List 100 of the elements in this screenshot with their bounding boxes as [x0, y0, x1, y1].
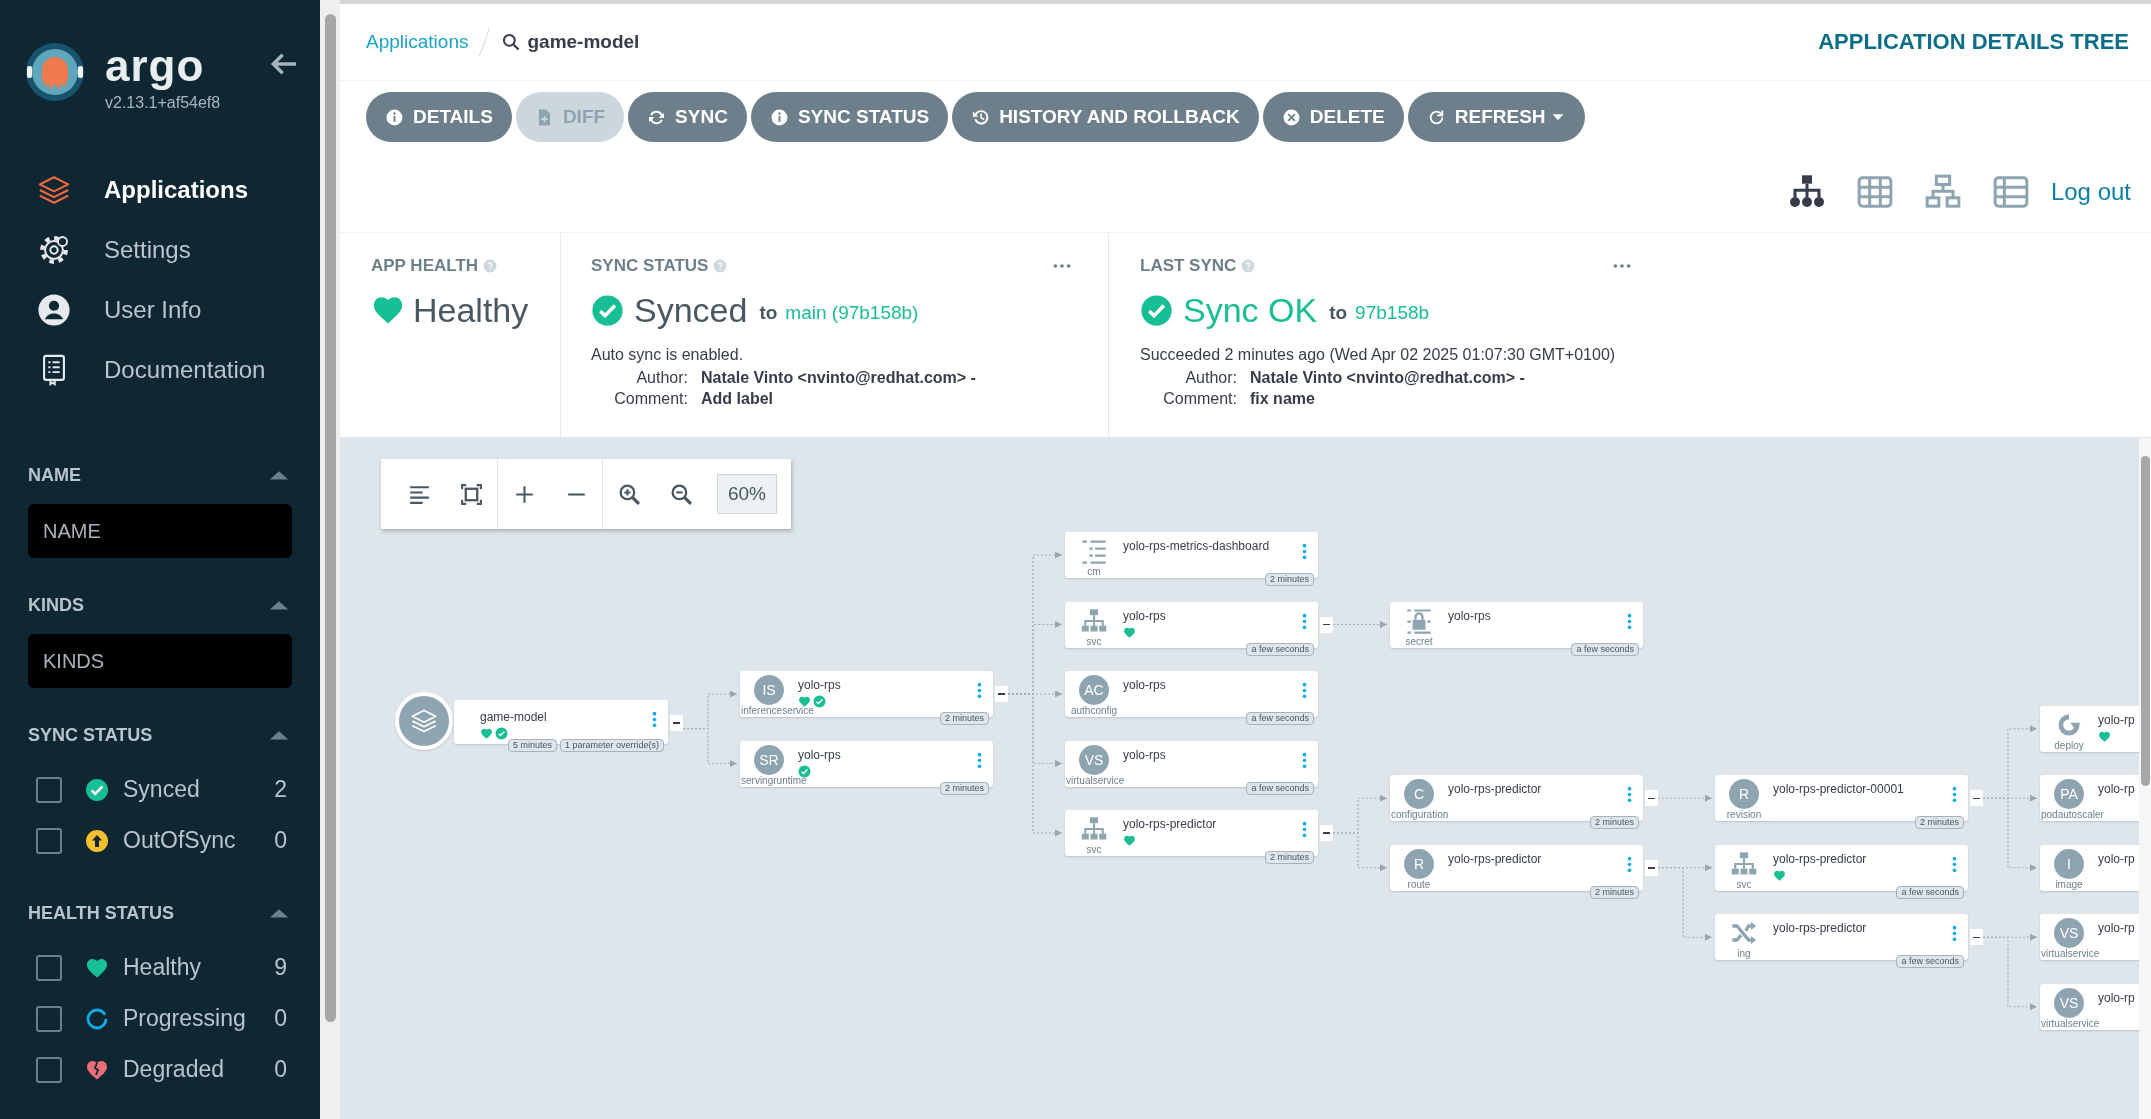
kind-initials: R [1404, 848, 1434, 879]
action-button[interactable]: DETAILS [366, 92, 512, 142]
more-icon[interactable] [1952, 786, 1957, 804]
scrollbar[interactable] [2139, 438, 2151, 1119]
checkbox[interactable] [36, 776, 62, 803]
more-icon[interactable] [1627, 786, 1632, 804]
filter-heading: NAME [28, 464, 81, 486]
resource-kind: deploy [2053, 739, 2085, 751]
kind-initials: I [2054, 848, 2084, 879]
action-button[interactable]: DELETE [1262, 92, 1404, 142]
check-circle-icon [1140, 293, 1173, 327]
resource-node[interactable]: VS yolo-rp virtualservice [2040, 914, 2139, 961]
more-icon[interactable] [1302, 682, 1307, 699]
resource-node[interactable]: VS yolo-rp virtualservice [2040, 983, 2139, 1030]
filter-option-label: OutOfSync [123, 827, 237, 854]
nav-item[interactable]: Documentation [0, 340, 320, 400]
resource-kind: ing [1736, 948, 1752, 960]
action-button[interactable]: HISTORY AND ROLLBACK [952, 92, 1259, 142]
action-button[interactable]: REFRESH [1407, 92, 1585, 142]
kind-initials: VS [1079, 744, 1109, 775]
action-button[interactable]: SYNC STATUS [750, 92, 949, 142]
filter-heading: KINDS [28, 594, 84, 616]
filter-field[interactable]: KINDS [28, 634, 292, 688]
collapse-button[interactable] [1970, 929, 1983, 946]
more-icon[interactable] [1952, 855, 1957, 873]
fit-screen-icon[interactable] [458, 481, 484, 507]
more-icon[interactable] [1302, 543, 1307, 560]
more-icon[interactable] [652, 710, 657, 728]
collapse-button[interactable] [995, 686, 1008, 702]
collapse-button[interactable] [1320, 616, 1333, 633]
more-icon[interactable] [977, 751, 982, 769]
more-icon[interactable] [1302, 821, 1307, 838]
checkbox[interactable] [36, 1056, 62, 1083]
resource-node[interactable]: I yolo-rp image [2040, 844, 2139, 891]
more-icon[interactable] [1627, 855, 1632, 873]
to-label: to [1329, 301, 1348, 324]
connector-arrow [1332, 621, 1388, 628]
comment-value: fix name [1250, 390, 1316, 408]
user-icon [37, 293, 71, 327]
connector-arrow [1332, 832, 1388, 872]
up-arrow-circle-icon [85, 828, 109, 853]
connector-arrow [682, 728, 738, 767]
age-tag: a few seconds [1896, 955, 1964, 969]
age-tag: 2 minutes [1589, 816, 1639, 830]
nav-item[interactable]: User Info [0, 280, 320, 340]
info-icon [385, 107, 404, 127]
resource-kind: podautoscaler [2041, 809, 2104, 821]
resource-node[interactable]: yolo-rp deploy [2040, 705, 2139, 752]
collapse-button[interactable] [1645, 790, 1658, 807]
checkbox[interactable] [36, 1005, 62, 1032]
sync-status: Synced [634, 290, 748, 330]
more-icon[interactable] [1302, 751, 1307, 769]
filter-option-label: Progressing [123, 1005, 247, 1032]
version-label: v2.13.1+af54ef8 [105, 94, 222, 112]
nav-item[interactable]: Settings [0, 220, 320, 280]
scrollbar[interactable] [320, 0, 340, 1119]
field-label: Author: [1184, 369, 1237, 387]
resource-kind: cm [1086, 566, 1102, 577]
breadcrumb-current: game-model [527, 31, 640, 53]
resource-node[interactable]: PA yolo-rp podautoscaler [2040, 775, 2139, 822]
history-icon [971, 107, 991, 127]
more-icon[interactable] [977, 682, 982, 699]
node-name: yolo-rp [2098, 990, 2135, 1005]
node-name: yolo-rps-predictor [1773, 851, 1867, 866]
collapse-button[interactable] [1645, 859, 1658, 876]
to-label: to [759, 301, 778, 324]
filter-field[interactable]: NAME [28, 504, 292, 558]
field-label: Comment: [1162, 390, 1237, 408]
node-name: yolo-rps-predictor [1123, 817, 1217, 831]
age-tag: 2 minutes [1264, 851, 1314, 864]
kind-initials: PA [2054, 779, 2084, 810]
zoom-level-field[interactable]: 60% [717, 474, 777, 514]
connector-arrow [1657, 794, 1713, 802]
action-button[interactable]: SYNC [628, 92, 747, 142]
collapse-button[interactable] [670, 714, 683, 731]
resource-kind: route [1406, 878, 1432, 890]
kind-initials: C [1404, 779, 1434, 810]
kind-initials: VS [2054, 987, 2084, 1018]
resource-kind: virtualservice [2041, 1017, 2100, 1029]
more-icon[interactable] [1627, 612, 1632, 630]
resource-kind: virtualservice [2041, 948, 2100, 960]
section-title: LAST SYNC [1140, 256, 1237, 276]
collapse-button[interactable] [1970, 790, 1983, 807]
node-name: yolo-rps-predictor [1448, 782, 1542, 797]
filter-heading: HEALTH STATUS [28, 902, 174, 924]
checkbox[interactable] [36, 827, 62, 854]
more-icon[interactable] [1302, 612, 1307, 630]
section-title: APP HEALTH [371, 256, 479, 276]
author-value: Natale Vinto <nvinto@redhat.com> - [701, 369, 976, 387]
checkbox[interactable] [36, 954, 62, 981]
gear-icon [37, 233, 71, 267]
node-name: yolo-rp [2098, 712, 2135, 727]
node-name: yolo-rps [1123, 608, 1166, 623]
filter-option-label: Degraded [123, 1056, 226, 1083]
more-icon[interactable] [1952, 925, 1957, 943]
nav-item[interactable]: Applications [0, 160, 320, 220]
collapse-button[interactable] [1320, 825, 1333, 841]
logout-link[interactable]: Log out [2050, 178, 2131, 206]
layers-icon [37, 173, 71, 207]
resource-kind: secret [1404, 635, 1434, 647]
